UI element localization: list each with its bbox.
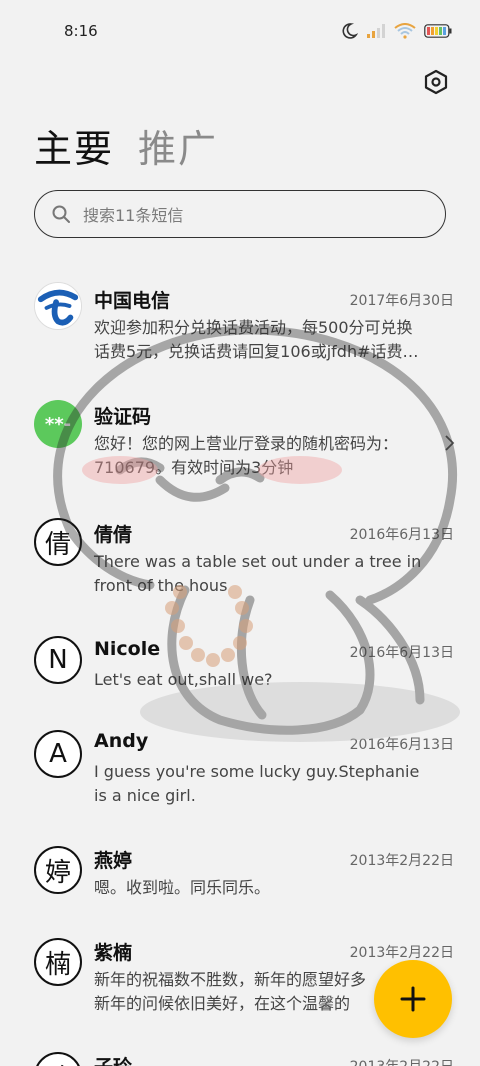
message-snippet: I guess you're some lucky guy.Stephanie … — [94, 760, 450, 808]
search-input[interactable]: 搜索11条短信 — [34, 190, 446, 238]
snippet-line: There was a table set out under a tree i… — [94, 552, 422, 571]
contact-name: Nicole — [94, 638, 161, 660]
battery-icon — [424, 24, 452, 38]
message-snippet: Let's eat out,shall we? — [94, 668, 450, 692]
snippet-line: I guess you're some lucky guy.Stephanie — [94, 762, 420, 781]
chevron-right-icon — [445, 435, 455, 451]
message-snippet: 嗯。收到啦。同乐同乐。 — [94, 876, 450, 900]
snippet-line: 欢迎参加积分兑换话费活动，每500分可兑换 — [94, 318, 413, 337]
message-date: 2017年6月30日 — [349, 293, 454, 309]
message-snippet: There was a table set out under a tree i… — [94, 550, 450, 598]
message-snippet: 欢迎参加积分兑换话费活动，每500分可兑换 话费5元，兑换话费请回复106或jf… — [94, 316, 450, 364]
new-message-button[interactable] — [374, 960, 452, 1038]
status-bar: 8:16 — [0, 0, 480, 62]
avatar-text: N — [48, 645, 68, 675]
conversation-row[interactable]: 玲 子玲 2013年2月22日 — [0, 1048, 480, 1066]
contact-name: 验证码 — [94, 406, 152, 428]
settings-button[interactable] — [420, 66, 452, 98]
contact-name: 子玲 — [94, 1052, 132, 1066]
contact-avatar: 玲 — [34, 1052, 82, 1066]
conversation-row[interactable]: 中国电信 2017年6月30日 欢迎参加积分兑换话费活动，每500分可兑换 话费… — [0, 278, 480, 378]
snippet-line: front of the hous — [94, 576, 228, 595]
status-icons — [340, 22, 452, 40]
contact-avatar: A — [34, 730, 82, 778]
contact-avatar: N — [34, 636, 82, 684]
avatar-text: 婷 — [44, 857, 71, 888]
snippet-line: Let's eat out,shall we? — [94, 670, 273, 689]
telecom-logo-icon — [35, 283, 81, 329]
header-tabs: 主要 推广 — [34, 118, 218, 173]
snippet-line: 您好！您的网上营业厅登录的随机密码为： — [94, 434, 399, 453]
avatar-text: **- — [44, 413, 72, 435]
snippet-line: is a nice girl. — [94, 786, 196, 805]
contact-avatar: 婷 — [34, 846, 82, 894]
message-date: 2013年2月22日 — [350, 1056, 454, 1066]
verify-code-avatar: **- — [34, 400, 82, 448]
avatar-text: 玲 — [45, 1058, 71, 1066]
plus-icon — [400, 986, 426, 1012]
contact-name: 紫楠 — [94, 942, 133, 964]
contact-name: 燕婷 — [94, 850, 133, 872]
search-placeholder: 搜索11条短信 — [83, 206, 184, 225]
avatar-text: A — [49, 739, 67, 769]
conversation-row[interactable]: N Nicole 2016年6月13日 Let's eat out,shall … — [0, 632, 480, 712]
contact-avatar: 楠 — [34, 938, 82, 986]
snippet-line: 嗯。收到啦。同乐同乐。 — [94, 878, 271, 897]
wifi-icon — [394, 23, 416, 39]
conversation-row[interactable]: A Andy 2016年6月13日 I guess you're some lu… — [0, 726, 480, 826]
snippet-line: 话费5元，兑换话费请回复106或jfdh#话费… — [94, 342, 419, 361]
message-snippet: 您好！您的网上营业厅登录的随机密码为： 710679。有效时间为3分钟 — [94, 432, 450, 480]
conversation-row[interactable]: 婷 燕婷 2013年2月22日 嗯。收到啦。同乐同乐。 — [0, 842, 480, 922]
search-icon — [52, 205, 70, 223]
signal-icon — [367, 24, 385, 38]
status-time: 8:16 — [64, 22, 98, 40]
telecom-logo-avatar — [34, 282, 82, 330]
contact-name: Andy — [94, 730, 149, 752]
message-date: 2016年6月13日 — [349, 645, 454, 661]
avatar-text: 楠 — [44, 949, 71, 980]
moon-icon — [342, 23, 358, 39]
settings-hexagon-icon — [424, 69, 448, 95]
tab-primary[interactable]: 主要 — [34, 118, 114, 173]
contact-name: 倩倩 — [94, 524, 133, 546]
contact-avatar: 倩 — [34, 518, 82, 566]
conversation-row[interactable]: **- 验证码 您好！您的网上营业厅登录的随机密码为： 710679。有效时间为… — [0, 396, 480, 496]
message-date: 2016年6月13日 — [349, 737, 454, 753]
contact-name: 中国电信 — [94, 290, 171, 312]
tab-promotions[interactable]: 推广 — [138, 118, 218, 173]
message-date: 2016年6月13日 — [349, 527, 454, 543]
conversation-row[interactable]: 倩 倩倩 2016年6月13日 There was a table set ou… — [0, 514, 480, 614]
message-date: 2013年2月22日 — [349, 853, 454, 869]
snippet-line: 710679。有效时间为3分钟 — [94, 458, 294, 477]
avatar-text: 倩 — [44, 529, 71, 560]
message-date: 2013年2月22日 — [349, 945, 454, 961]
